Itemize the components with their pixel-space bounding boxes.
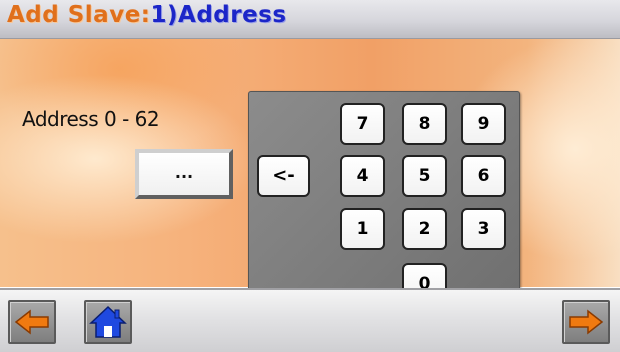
key-7[interactable]: 7 [340,103,385,145]
title-prefix: Add Slave: [7,2,151,28]
title-step: 1)Address [150,2,287,28]
right-arrow-icon [569,309,604,335]
page-title: Add Slave:1)Address [7,2,287,28]
home-button[interactable] [84,300,132,344]
navigation-bar [0,288,620,352]
key-3[interactable]: 3 [461,208,506,250]
key-8[interactable]: 8 [402,103,447,145]
home-icon [89,305,127,338]
back-button[interactable] [8,300,56,344]
main-panel: Address 0 - 62 ... 7 8 9 <- 4 5 6 1 2 3 … [0,39,620,322]
key-6[interactable]: 6 [461,155,506,197]
next-button[interactable] [562,300,610,344]
key-5[interactable]: 5 [402,155,447,197]
backspace-key[interactable]: <- [257,155,310,197]
address-input[interactable]: ... [135,149,233,199]
key-2[interactable]: 2 [402,208,447,250]
key-4[interactable]: 4 [340,155,385,197]
key-1[interactable]: 1 [340,208,385,250]
title-bar: Add Slave:1)Address [0,0,620,39]
address-range-label: Address 0 - 62 [22,107,160,131]
left-arrow-icon [14,309,49,335]
key-9[interactable]: 9 [461,103,506,145]
